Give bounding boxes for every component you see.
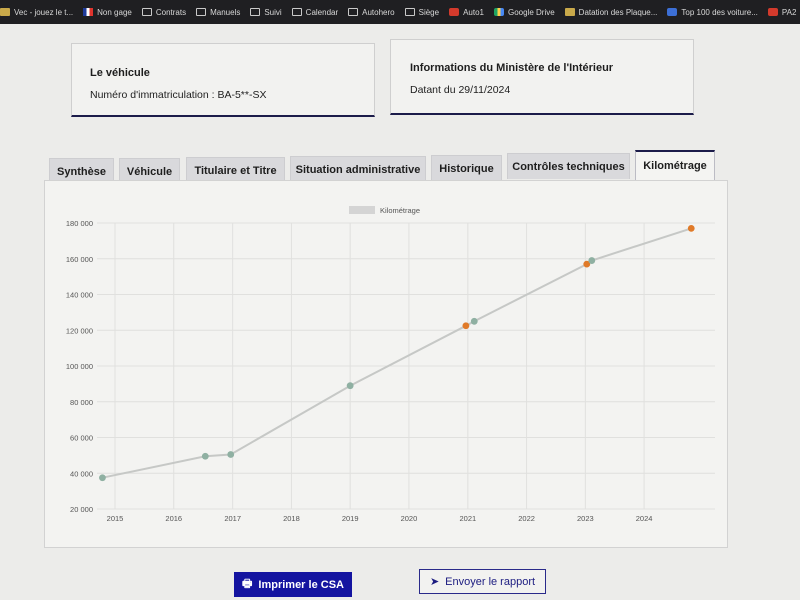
bookmark-label: Non gage	[97, 7, 132, 17]
y-tick-label: 140 000	[66, 291, 93, 300]
y-tick-label: 100 000	[66, 362, 93, 371]
x-tick-label: 2022	[518, 514, 535, 523]
bookmark-item[interactable]: Manuels	[196, 8, 240, 17]
send-report-label: Envoyer le rapport	[445, 575, 536, 588]
folder-icon	[348, 8, 359, 16]
y-tick-label: 120 000	[66, 326, 93, 335]
ministry-date: Datant du 29/11/2024	[410, 84, 511, 96]
bookmark-item[interactable]: Vec - jouez le t...	[0, 8, 73, 17]
bookmark-item[interactable]: Google Drive	[493, 7, 555, 17]
bookmark-item[interactable]: Non gage	[83, 8, 132, 17]
bookmark-label: Autohero	[362, 7, 395, 17]
send-arrow-icon: ➤	[429, 576, 440, 588]
blue-logo-icon	[667, 8, 678, 16]
page-icon	[564, 8, 575, 16]
red-logo-icon	[767, 8, 778, 16]
y-tick-label: 20 000	[70, 505, 93, 514]
tab-kilometrage[interactable]: Kilométrage	[635, 150, 715, 180]
plate-number: Numéro d'immatriculation : BA-5**-SX	[90, 89, 267, 101]
vehicle-card: Le véhicule Numéro d'immatriculation : B…	[71, 43, 375, 117]
bookmark-label: Calendar	[305, 7, 339, 17]
folder-icon	[196, 8, 207, 16]
x-tick-label: 2019	[342, 514, 359, 523]
red-logo-icon	[449, 8, 460, 16]
data-point	[588, 257, 596, 264]
flag-icon	[83, 8, 94, 16]
bookmark-label: Top 100 des voiture...	[681, 7, 758, 17]
bookmark-item[interactable]: PA2	[767, 7, 797, 17]
printer-icon: 🖶	[242, 578, 253, 590]
tab-historique[interactable]: Historique	[431, 155, 502, 181]
data-point	[201, 452, 209, 460]
chart-panel: 20 000 40 000 60 000 80 000 100 000 120 000 14…	[44, 180, 728, 548]
legend-swatch	[349, 206, 375, 214]
y-tick-label: 180 000	[66, 219, 93, 228]
x-tick-label: 2018	[283, 514, 300, 523]
x-tick-label: 2021	[459, 514, 476, 523]
bookmark-item[interactable]: Autohero	[348, 7, 395, 17]
bookmark-label: Auto1	[463, 7, 484, 17]
bookmark-item[interactable]: Top 100 des voiture...	[667, 8, 758, 17]
data-point	[227, 451, 235, 458]
bookmark-label: PA2	[781, 7, 797, 17]
y-tick-label: 160 000	[66, 255, 93, 264]
data-point	[470, 317, 478, 325]
data-point	[687, 224, 695, 232]
bookmarks-bar: Vec - jouez le t... Non gage Contrats Manue…	[0, 0, 800, 24]
legend-label: Kilométrage	[380, 206, 420, 215]
bookmark-label: Vec - jouez le t...	[14, 7, 74, 17]
y-tick-label: 60 000	[70, 434, 93, 443]
tab-controles-techniques[interactable]: Contrôles techniques	[507, 153, 630, 179]
mileage-chart: 20 000 40 000 60 000 80 000 100 000 120 000 14…	[66, 206, 715, 523]
folder-icon	[404, 8, 415, 16]
bookmark-item[interactable]: Siège	[404, 7, 440, 17]
folder-icon	[141, 8, 152, 16]
send-report-button[interactable]: ➤ Envoyer le rapport	[419, 569, 546, 594]
bookmark-item[interactable]: Suivi	[250, 7, 282, 17]
x-tick-label: 2016	[165, 514, 182, 523]
x-tick-label: 2023	[577, 514, 594, 523]
bookmark-item[interactable]: Calendar	[291, 7, 339, 17]
bookmark-label: Contrats	[155, 7, 187, 17]
y-tick-label: 80 000	[70, 398, 93, 407]
ministry-card: Informations du Ministère de l'Intérieur…	[390, 39, 694, 115]
bookmark-label: Google Drive	[507, 7, 555, 17]
data-point	[346, 382, 354, 390]
bookmark-label: Siège	[418, 7, 440, 17]
bookmark-label: Manuels	[210, 7, 241, 17]
bookmark-item[interactable]: Datation des Plaque...	[564, 7, 658, 17]
bookmark-label: Suivi	[264, 7, 282, 17]
folder-icon	[250, 8, 261, 16]
series-line	[102, 227, 692, 479]
y-tick-label: 40 000	[70, 469, 93, 478]
x-tick-label: 2015	[107, 514, 124, 523]
x-tick-label: 2020	[401, 514, 418, 523]
folder-icon	[291, 8, 302, 16]
bookmark-item[interactable]: Auto1	[449, 8, 484, 17]
drive-icon	[493, 8, 504, 16]
data-point	[99, 474, 106, 482]
print-csa-label: Imprimer le CSA	[258, 578, 344, 591]
x-tick-label: 2024	[636, 514, 653, 523]
vehicle-card-title: Le véhicule	[90, 67, 150, 79]
tab-situation-administrative[interactable]: Situation administrative	[290, 156, 426, 182]
bookmark-item[interactable]: Contrats	[141, 7, 187, 17]
data-point	[462, 322, 470, 330]
print-csa-button[interactable]: 🖶 Imprimer le CSA	[234, 572, 352, 597]
page-icon	[0, 8, 10, 16]
bookmark-label: Datation des Plaque...	[578, 7, 658, 17]
x-tick-label: 2017	[224, 514, 241, 523]
ministry-card-title: Informations du Ministère de l'Intérieur	[410, 62, 614, 74]
